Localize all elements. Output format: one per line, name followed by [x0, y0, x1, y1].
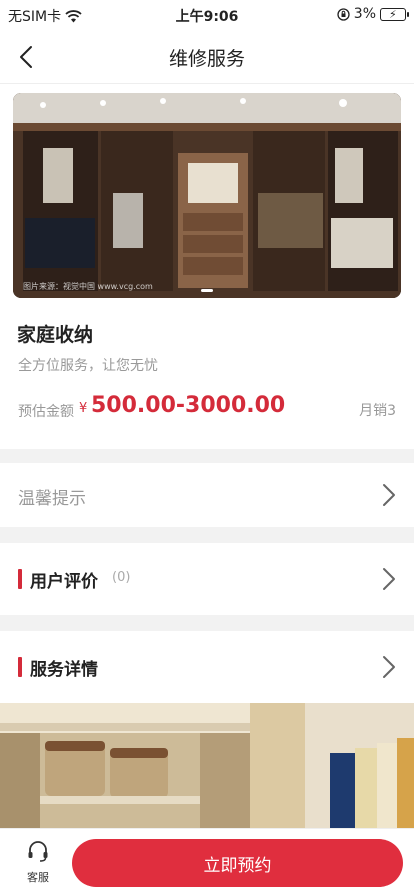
product-image-carousel[interactable]: 图片来源：视觉中国 www.vcg.com: [13, 93, 401, 298]
chevron-right-icon: [383, 568, 395, 590]
wardrobe-image: [13, 93, 401, 298]
nav-bar: 维修服务: [0, 30, 414, 84]
product-title: 家庭收纳: [17, 324, 94, 346]
service-detail-image: [0, 703, 414, 835]
customer-service-button[interactable]: 客服: [18, 839, 58, 885]
closet-image: [0, 703, 414, 835]
battery-icon: ⚡: [380, 7, 409, 21]
chevron-right-icon: [383, 484, 395, 506]
headset-icon: [28, 841, 48, 862]
review-row[interactable]: 用户评价 (0): [0, 543, 414, 615]
carousel-dot: [201, 289, 213, 292]
carousel-dots: [13, 289, 401, 292]
book-now-button[interactable]: 立即预约: [72, 839, 403, 887]
price-label: 预估金额: [18, 404, 74, 420]
currency-symbol: ¥: [79, 401, 88, 416]
price-range: 500.00-3000.00: [91, 393, 286, 418]
product-subtitle: 全方位服务，让您无忧: [18, 358, 158, 374]
page-title: 维修服务: [168, 48, 245, 70]
tip-row[interactable]: 温馨提示: [0, 463, 414, 527]
battery-percent: 3%: [353, 6, 376, 22]
chevron-right-icon: [383, 656, 395, 678]
rotation-lock-icon: [337, 7, 350, 21]
section-accent-bar: [18, 657, 22, 677]
detail-row[interactable]: 服务详情: [0, 631, 414, 703]
section-accent-bar: [18, 569, 22, 589]
product-card: 图片来源：视觉中国 www.vcg.com 家庭收纳 全方位服务，让您无忧 预估…: [0, 84, 414, 449]
status-right: 3% ⚡: [337, 6, 409, 22]
customer-service-label: 客服: [27, 871, 49, 884]
bottom-bar: 客服 立即预约: [0, 828, 414, 896]
review-label: 用户评价: [30, 572, 98, 592]
tip-label: 温馨提示: [18, 489, 86, 509]
detail-label: 服务详情: [30, 660, 98, 680]
status-bar: 无SIM卡 上午9:06 3% ⚡: [0, 0, 414, 30]
monthly-sales: 月销3: [359, 403, 396, 419]
review-count: (0): [112, 570, 131, 585]
